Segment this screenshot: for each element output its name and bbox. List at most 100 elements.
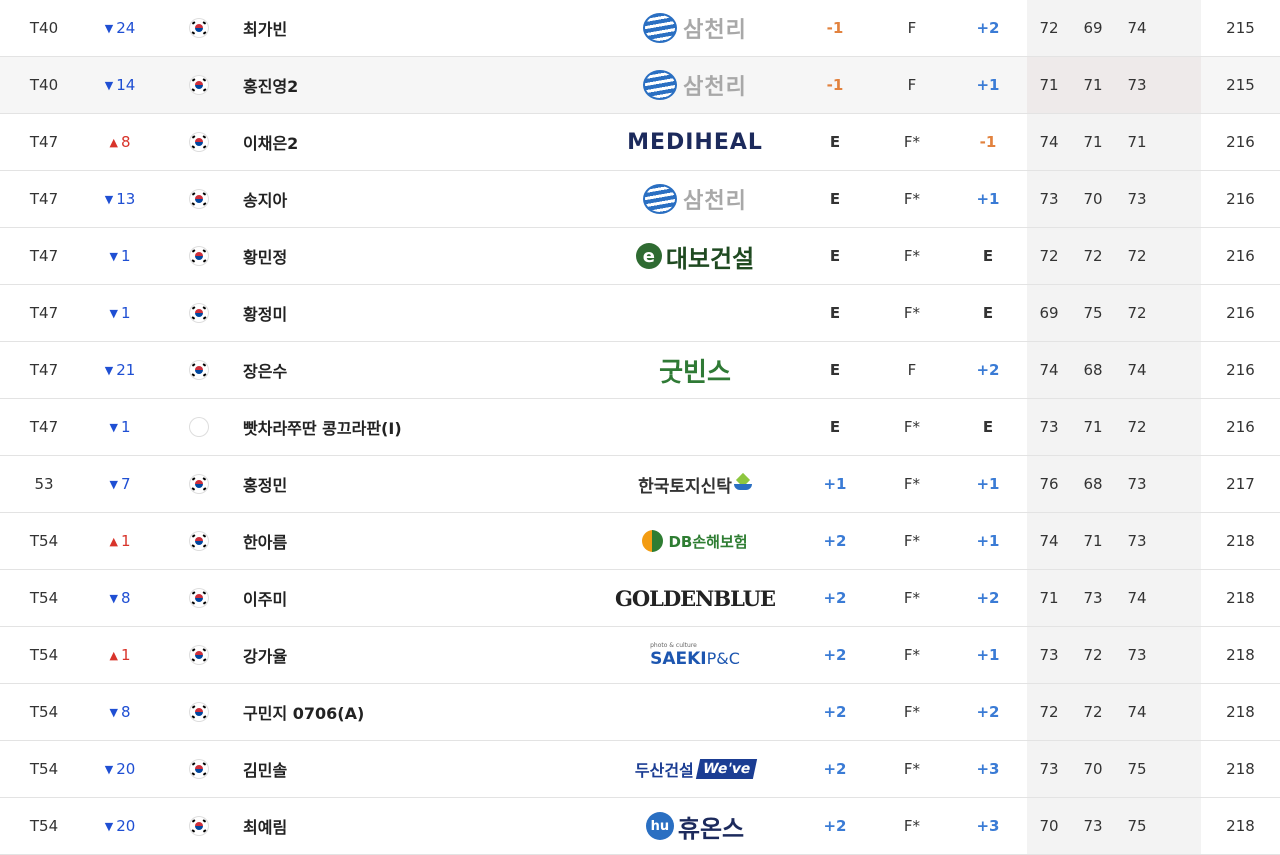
table-row[interactable]: T54 ▲ 1 한아름 DB손해보험 +2 F* +1 74 71 73 218: [0, 513, 1280, 570]
round-2-score: 72: [1083, 646, 1103, 664]
table-row[interactable]: T47 ▼ 1 빳차라쭈딴 콩끄라판(I) E F* E 73 71 72 216: [0, 399, 1280, 456]
player-name[interactable]: 이주미: [243, 570, 543, 626]
round-1-score: 71: [1039, 76, 1059, 94]
player-name[interactable]: 황정미: [243, 285, 543, 341]
round-2-score: 70: [1083, 760, 1103, 778]
table-row[interactable]: T54 ▼ 8 구민지 0706(A) +2 F* +2 72 72 74 218: [0, 684, 1280, 741]
table-row[interactable]: T54 ▼ 20 최예림 hu 휴온스 +2 F* +3 70 73 75 218: [0, 798, 1280, 855]
total-to-par: E: [829, 418, 841, 436]
thru: F*: [903, 304, 921, 322]
sponsor-text: 삼천리: [683, 189, 747, 214]
sponsor-logo: [600, 399, 790, 455]
today-score: +1: [976, 190, 1000, 208]
player-name[interactable]: 강가율: [243, 627, 543, 683]
table-row[interactable]: T54 ▼ 20 김민솔 두산건설 We've +2 F* +3 73 70 75 218: [0, 741, 1280, 798]
player-name[interactable]: 홍정민: [243, 456, 543, 512]
flag: [188, 0, 210, 56]
weve-badge: We've: [695, 759, 758, 779]
korea-flag-icon: [189, 759, 209, 779]
total-to-par: +2: [823, 703, 847, 721]
table-row[interactable]: T47 ▼ 1 황정미 E F* E 69 75 72 216: [0, 285, 1280, 342]
round-3-score: 72: [1127, 304, 1147, 322]
player-name[interactable]: 황민정: [243, 228, 543, 284]
rank: T54: [29, 589, 59, 607]
thru: F*: [903, 418, 921, 436]
table-row[interactable]: T40 ▼ 14 홍진영2 삼천리 -1 F +1 71 71 73 215: [0, 57, 1280, 114]
table-row[interactable]: T47 ▲ 8 이채은2 MEDIHEAL E F* -1 74 71 71 216: [0, 114, 1280, 171]
flag: [188, 285, 210, 341]
sponsor-logo: 굿빈스: [600, 342, 790, 398]
thru: F: [907, 361, 917, 379]
up-arrow-icon: ▲: [109, 648, 118, 662]
movement-value: 8: [120, 133, 131, 151]
player-name[interactable]: 최예림: [243, 798, 543, 854]
thru: F: [907, 76, 917, 94]
rank-movement: ▼ 8: [90, 684, 150, 740]
table-row[interactable]: T54 ▼ 8 이주미 GOLDENBLUE +2 F* +2 71 73 74 218: [0, 570, 1280, 627]
player-name[interactable]: 이채은2: [243, 114, 543, 170]
player-name[interactable]: 홍진영2: [243, 57, 543, 113]
thru: F*: [903, 589, 921, 607]
thru: F*: [903, 475, 921, 493]
thru: F*: [903, 703, 921, 721]
sponsor-logo: hu 휴온스: [600, 798, 790, 854]
sponsor-text: DB손해보험: [668, 532, 748, 551]
round-2-score: 71: [1083, 418, 1103, 436]
table-row[interactable]: T47 ▼ 1 황민정 e 대보건설 E F* E 72 72 72 216: [0, 228, 1280, 285]
rank: 53: [34, 475, 54, 493]
round-1-score: 73: [1039, 418, 1059, 436]
round-1-score: 74: [1039, 361, 1059, 379]
round-1-score: 76: [1039, 475, 1059, 493]
up-arrow-icon: ▲: [109, 534, 118, 548]
round-1-score: 72: [1039, 247, 1059, 265]
sponsor-text: 두산건설: [634, 761, 694, 780]
round-3-score: 74: [1127, 19, 1147, 37]
samchully-logo: 삼천리: [643, 12, 747, 44]
rank-movement: ▼ 14: [90, 57, 150, 113]
total-strokes: 217: [1201, 456, 1280, 512]
player-name[interactable]: 한아름: [243, 513, 543, 569]
player-name[interactable]: 구민지 0706(A): [243, 684, 543, 740]
table-row[interactable]: T40 ▼ 24 최가빈 삼천리 -1 F +2 72 69 74 215: [0, 0, 1280, 57]
thru: F*: [903, 247, 921, 265]
total-strokes: 218: [1201, 570, 1280, 626]
player-name[interactable]: 김민솔: [243, 741, 543, 797]
round-2-score: 72: [1083, 247, 1103, 265]
round-1-score: 73: [1039, 646, 1059, 664]
round-2-score: 72: [1083, 703, 1103, 721]
player-name[interactable]: 최가빈: [243, 0, 543, 56]
total-strokes: 216: [1201, 285, 1280, 341]
table-row[interactable]: T47 ▼ 21 장은수 굿빈스 E F +2 74 68 74 216: [0, 342, 1280, 399]
movement-value: 8: [120, 703, 131, 721]
korea-flag-icon: [189, 18, 209, 38]
rank: T54: [29, 532, 59, 550]
player-name[interactable]: 장은수: [243, 342, 543, 398]
player-name[interactable]: 송지아: [243, 171, 543, 227]
sponsor-logo: 삼천리: [600, 0, 790, 56]
rank-movement: ▼ 1: [90, 399, 150, 455]
today-score: E: [982, 418, 994, 436]
total-to-par: E: [829, 133, 841, 151]
total-strokes: 215: [1201, 57, 1280, 113]
round-2-score: 69: [1083, 19, 1103, 37]
db-logo: DB손해보험: [642, 529, 748, 553]
rank: T47: [29, 418, 59, 436]
table-row[interactable]: T47 ▼ 13 송지아 삼천리 E F* +1 73 70 73 216: [0, 171, 1280, 228]
saeki-logo: photo & culture SAEKIP&C: [650, 642, 740, 669]
table-row[interactable]: T54 ▲ 1 강가율 photo & culture SAEKIP&C +2 F* +1 73 7…: [0, 627, 1280, 684]
total-to-par: -1: [826, 76, 844, 94]
rank: T47: [29, 247, 59, 265]
round-scores: 73 70 75: [1027, 741, 1201, 797]
today-score: +2: [976, 589, 1000, 607]
rank: T47: [29, 361, 59, 379]
korea-flag-icon: [189, 132, 209, 152]
player-name[interactable]: 빳차라쭈딴 콩끄라판(I): [243, 399, 543, 455]
rank-movement: ▼ 7: [90, 456, 150, 512]
rank-movement: ▼ 24: [90, 0, 150, 56]
round-scores: 72 72 72: [1027, 228, 1201, 284]
table-row[interactable]: 53 ▼ 7 홍정민 한국토지신탁 +1 F* +1 76 68 73 217: [0, 456, 1280, 513]
round-3-score: 71: [1127, 133, 1147, 151]
korea-flag-icon: [189, 246, 209, 266]
movement-value: 1: [120, 532, 131, 550]
flag: [188, 570, 210, 626]
